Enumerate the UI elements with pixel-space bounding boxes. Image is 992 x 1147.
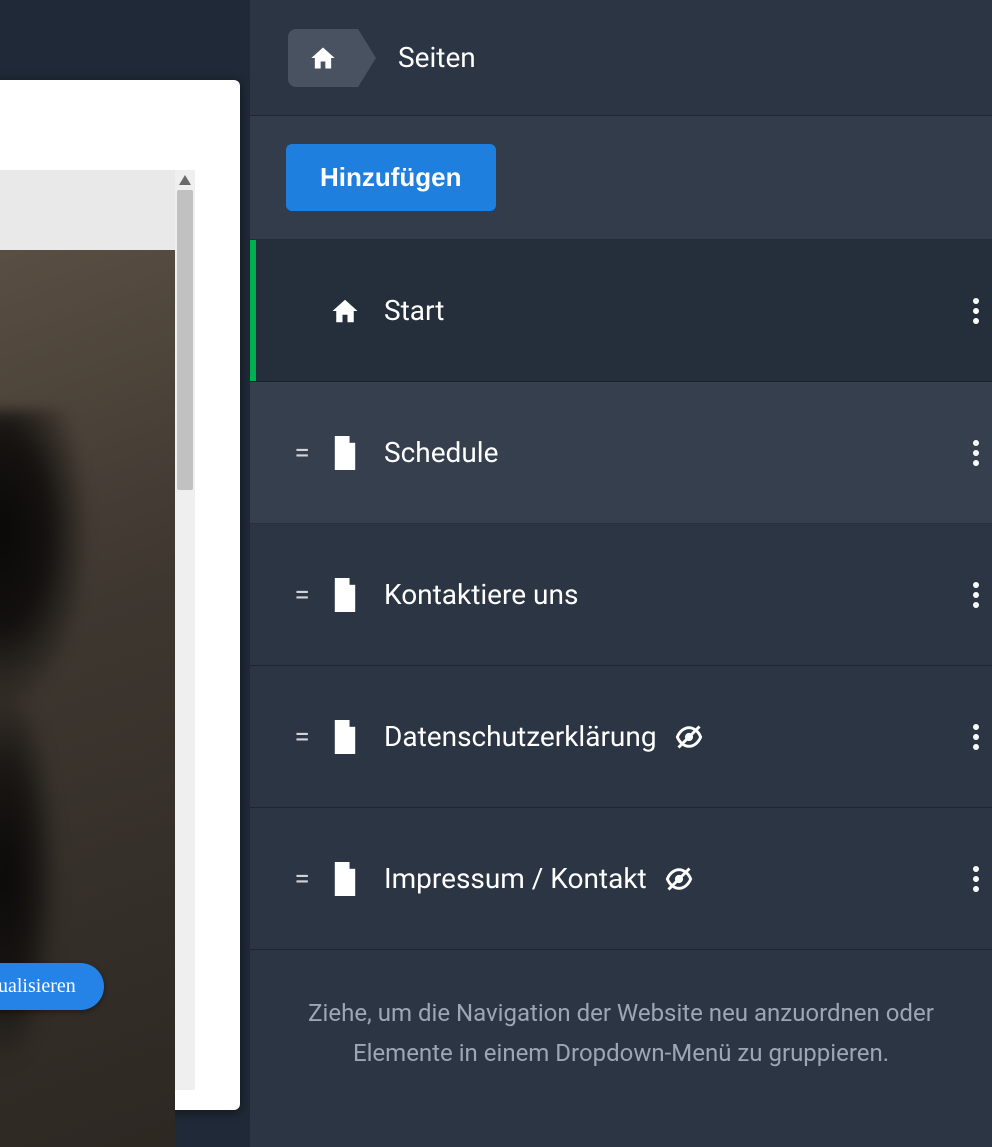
preview-scrollbar[interactable] <box>175 170 195 1090</box>
add-page-button[interactable]: Hinzufügen <box>286 144 496 211</box>
page-row-datenschutz[interactable]: = Datenschutzerklärung <box>250 666 992 808</box>
pages-panel: Seiten Hinzufügen Start = Schedule <box>250 0 992 1147</box>
page-label: Start <box>384 294 444 327</box>
page-label: Kontaktiere uns <box>384 578 578 611</box>
page-label: Datenschutzerklärung <box>384 720 657 753</box>
preview-hero-image <box>0 250 175 1147</box>
scroll-thumb[interactable] <box>177 190 193 490</box>
add-bar: Hinzufügen <box>250 116 992 240</box>
panel-header: Seiten <box>250 0 992 116</box>
page-icon <box>324 436 366 470</box>
page-row-schedule[interactable]: = Schedule <box>250 382 992 524</box>
reorder-help-text: Ziehe, um die Navigation der Website neu… <box>250 950 992 1073</box>
page-row-impressum[interactable]: = Impressum / Kontakt <box>250 808 992 950</box>
drag-handle-icon[interactable]: = <box>280 439 324 467</box>
preview-frame: Aktualisieren <box>0 80 240 1110</box>
scroll-up-arrow-icon[interactable] <box>175 170 195 190</box>
page-icon <box>324 862 366 896</box>
home-icon <box>324 296 366 326</box>
drag-handle-icon[interactable]: = <box>280 723 324 751</box>
page-icon <box>324 578 366 612</box>
drag-handle-icon[interactable]: = <box>280 581 324 609</box>
page-label: Schedule <box>384 436 498 469</box>
active-page-marker <box>250 240 256 381</box>
page-row-kontaktiere-uns[interactable]: = Kontaktiere uns <box>250 524 992 666</box>
panel-title: Seiten <box>398 41 476 74</box>
page-actions-menu[interactable] <box>966 298 980 324</box>
page-actions-menu[interactable] <box>966 582 980 608</box>
page-actions-menu[interactable] <box>966 866 980 892</box>
breadcrumb-home[interactable] <box>288 29 358 87</box>
refresh-preview-button[interactable]: Aktualisieren <box>0 963 104 1010</box>
site-preview-strip: Aktualisieren <box>0 0 250 1147</box>
home-icon <box>308 44 338 72</box>
drag-handle-icon[interactable]: = <box>280 865 324 893</box>
page-actions-menu[interactable] <box>966 440 980 466</box>
hidden-icon <box>665 865 693 893</box>
page-icon <box>324 720 366 754</box>
page-label: Impressum / Kontakt <box>384 862 647 895</box>
page-actions-menu[interactable] <box>966 724 980 750</box>
hidden-icon <box>675 723 703 751</box>
page-row-start[interactable]: Start <box>250 240 992 382</box>
